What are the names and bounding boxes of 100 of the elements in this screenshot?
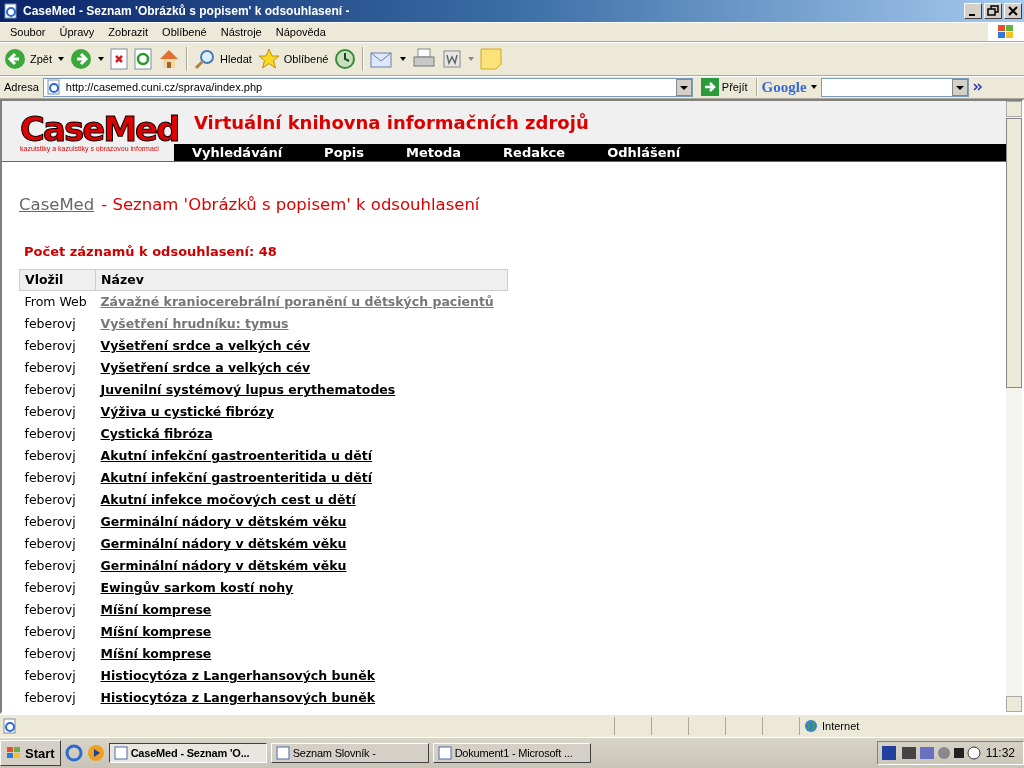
history-icon[interactable] — [334, 47, 357, 70]
taskbar-button[interactable]: Dokument1 - Microsoft ... — [432, 743, 591, 763]
taskbar-button[interactable]: CaseMed - Seznam 'O... — [108, 743, 267, 763]
printer-icon[interactable] — [412, 47, 437, 70]
menu-item[interactable]: Nástroje — [213, 25, 269, 38]
address-label: Adresa — [4, 81, 39, 94]
browser-shortcut-icon[interactable] — [64, 744, 83, 762]
nav-link[interactable]: Odhlášení — [607, 143, 681, 161]
minimize-icon[interactable] — [964, 3, 982, 19]
table-cell-text: feberovj — [23, 447, 77, 466]
restore-icon[interactable] — [984, 3, 1002, 19]
record-link[interactable]: Germinální nádory v dětském věku — [100, 558, 347, 574]
record-link[interactable]: Akutní infekce močových cest u dětí — [100, 492, 356, 508]
column-header: Vložil — [19, 269, 96, 291]
window-title: CaseMed - Seznam 'Obrázků s popisem' k odsouhlasení - — [23, 4, 351, 18]
nav-link[interactable]: Vyhledávání — [192, 143, 283, 161]
search-icon — [194, 47, 216, 70]
google-search-field[interactable] — [820, 77, 969, 97]
back-button[interactable]: Zpět — [4, 47, 52, 70]
record-link[interactable]: Závažné kraniocerebrální poranění u dětských pacientů — [100, 294, 494, 310]
table-cell-text: feberovj — [23, 359, 77, 378]
dropdown-arrow-icon[interactable] — [810, 85, 817, 90]
dropdown-arrow-icon[interactable] — [98, 56, 104, 61]
ie-page-icon — [3, 3, 19, 19]
record-link[interactable]: Míšní komprese — [100, 602, 212, 618]
record-link[interactable]: Míšní komprese — [100, 624, 212, 640]
go-button[interactable]: Přejít — [696, 78, 752, 97]
table-cell-text: feberovj — [23, 337, 77, 356]
chevron-icon[interactable] — [972, 83, 983, 92]
record-link[interactable]: Vyšetření srdce a velkých cév — [100, 338, 311, 354]
nav-link[interactable]: Popis — [324, 143, 365, 161]
menu-item[interactable]: Oblíbené — [155, 25, 214, 38]
media-player-icon[interactable] — [86, 744, 105, 762]
menu-item[interactable]: Zobrazit — [101, 25, 156, 38]
nav-link[interactable]: Metoda — [406, 143, 462, 161]
table-cell-text: feberovj — [23, 623, 77, 642]
window-icon — [437, 746, 452, 760]
table-cell-text: feberovj — [23, 535, 77, 554]
ie-page-icon — [2, 718, 18, 735]
windows-logo-icon — [997, 23, 1015, 40]
star-icon — [257, 47, 280, 70]
table-cell-text: feberovj — [23, 403, 77, 422]
windows-logo-icon — [6, 746, 22, 760]
table-cell-text: feberovj — [23, 601, 77, 620]
table-cell: From Web — [19, 290, 96, 313]
nav-link[interactable]: Redakce — [503, 143, 566, 161]
record-link[interactable]: Akutní infekční gastroenteritida u dětí — [100, 448, 372, 464]
record-link[interactable]: Histiocytóza z Langerhansových buněk — [100, 668, 375, 684]
record-link[interactable]: Germinální nádory v dětském věku — [100, 536, 347, 552]
column-header: Název — [95, 269, 508, 291]
table-cell-text: feberovj — [23, 557, 77, 576]
record-link[interactable]: Výživa u cystické fibrózy — [100, 404, 274, 420]
stop-icon[interactable] — [110, 47, 128, 70]
ie-page-icon — [45, 79, 62, 96]
word-icon[interactable] — [442, 48, 463, 69]
site-logo[interactable]: CaseMed — [20, 112, 179, 145]
taskbar-button[interactable]: Seznam Slovník - — [270, 743, 429, 763]
dropdown-arrow-icon[interactable] — [58, 56, 64, 61]
start-button[interactable]: Start — [0, 740, 61, 766]
table-cell-text: feberovj — [23, 689, 77, 708]
site-title: Virtuální knihovna informačních zdrojů — [194, 110, 590, 135]
menu-item[interactable]: Úpravy — [52, 25, 102, 38]
record-link[interactable]: Cystická fibróza — [100, 426, 213, 442]
record-link[interactable]: Germinální nádory v dětském věku — [100, 514, 347, 530]
refresh-icon[interactable] — [134, 47, 152, 70]
menu-item[interactable]: Soubor — [3, 25, 53, 38]
clock: 11:32 — [985, 746, 1015, 760]
security-zone: Internet — [822, 720, 860, 733]
globe-icon — [804, 719, 818, 734]
table-cell-text: feberovj — [23, 425, 77, 444]
table-cell-text: feberovj — [23, 579, 77, 598]
table-cell-text: feberovj — [23, 645, 77, 664]
table-cell-text: feberovj — [23, 469, 77, 488]
record-link[interactable]: Akutní infekční gastroenteritida u dětí — [100, 470, 372, 486]
address-field[interactable]: http://casemed.cuni.cz/sprava/index.php — [42, 77, 693, 97]
table-cell-text: feberovj — [23, 491, 77, 510]
google-logo[interactable]: Google — [761, 78, 807, 96]
table-cell-text: feberovj — [23, 381, 77, 400]
dropdown-arrow-icon[interactable] — [400, 56, 407, 61]
home-link[interactable]: CaseMed — [19, 194, 95, 214]
window-icon — [113, 746, 128, 760]
table-cell-text: feberovj — [23, 513, 77, 532]
table-cell-text: feberovj — [23, 315, 77, 334]
favorites-button[interactable]: Oblíbené — [257, 47, 329, 70]
record-link[interactable]: Ewingův sarkom kostí nohy — [100, 580, 294, 596]
scrollbar[interactable] — [1006, 100, 1022, 713]
home-icon[interactable] — [158, 47, 180, 70]
search-button[interactable]: Hledat — [194, 47, 252, 70]
record-count: Počet záznamů k odsouhlasení: 48 — [24, 243, 278, 259]
table-cell-text: feberovj — [23, 667, 77, 686]
window-icon — [275, 746, 290, 760]
forward-icon[interactable] — [70, 47, 92, 70]
record-link[interactable]: Vyšetření srdce a velkých cév — [100, 360, 311, 376]
record-link[interactable]: Míšní komprese — [100, 646, 212, 662]
close-icon[interactable] — [1004, 3, 1022, 19]
page-heading: - Seznam 'Obrázků s popisem' k odsouhlasení — [101, 194, 480, 214]
menu-item[interactable]: Nápověda — [268, 25, 333, 38]
record-link[interactable]: Vyšetření hrudníku: tymus — [100, 316, 289, 332]
record-link[interactable]: Histiocytóza z Langerhansových buněk — [100, 690, 375, 706]
record-link[interactable]: Juvenilní systémový lupus erythematodes — [100, 382, 396, 398]
